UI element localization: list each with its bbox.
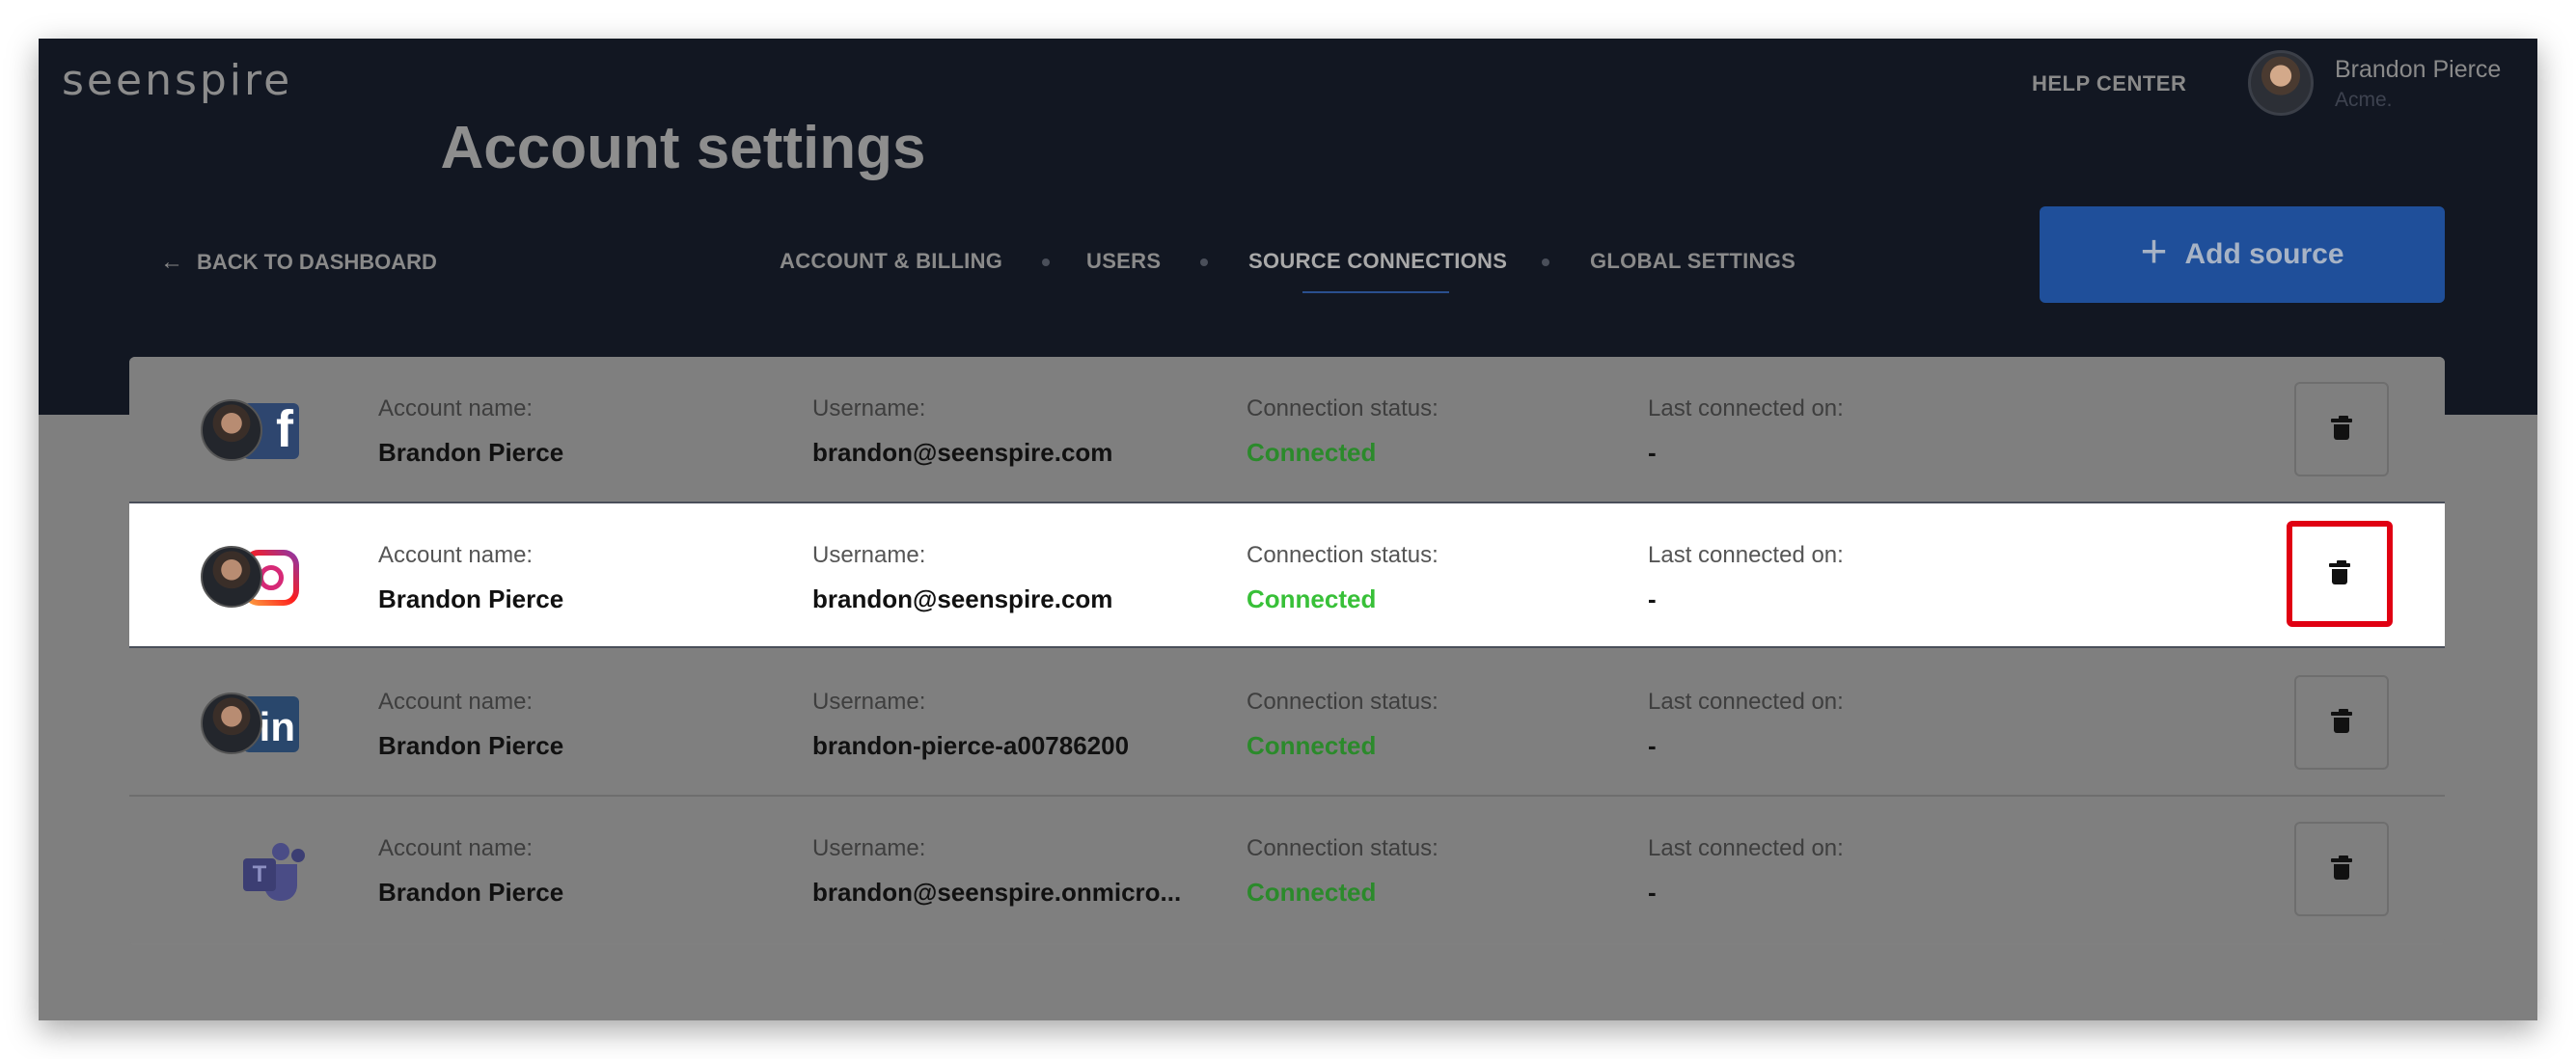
username-label: Username:	[812, 395, 926, 421]
connections-list: f Account name: Brandon Pierce Username:…	[129, 357, 2445, 945]
connection-row-facebook: f Account name: Brandon Pierce Username:…	[129, 357, 2445, 503]
connection-status-value: Connected	[1247, 878, 1377, 907]
username-label: Username:	[812, 689, 926, 715]
trash-icon	[2331, 855, 2352, 880]
plus-icon: +	[2140, 227, 2168, 278]
username-label: Username:	[812, 542, 926, 568]
username-value: brandon@seenspire.com	[812, 438, 1113, 467]
connection-status-label: Connection status:	[1247, 542, 1439, 568]
tab-separator	[1042, 258, 1050, 266]
connection-status-label: Connection status:	[1247, 835, 1439, 861]
seenspire-logo[interactable]: seenspire	[62, 56, 292, 105]
tab-global-settings[interactable]: GLOBAL SETTINGS	[1590, 249, 1795, 274]
last-connected-value: -	[1648, 878, 1657, 907]
username-value: brandon@seenspire.onmicro...	[812, 878, 1182, 907]
tab-separator	[1542, 258, 1549, 266]
connection-status-value: Connected	[1247, 584, 1377, 613]
connection-icons: f	[201, 399, 307, 463]
last-connected-label: Last connected on:	[1648, 542, 1844, 568]
account-name-value: Brandon Pierce	[378, 438, 564, 467]
avatar	[201, 399, 262, 461]
avatar	[201, 692, 262, 754]
account-name-value: Brandon Pierce	[378, 731, 564, 760]
account-name-value: Brandon Pierce	[378, 878, 564, 907]
add-source-button[interactable]: + Add source	[2040, 206, 2445, 303]
last-connected-label: Last connected on:	[1648, 835, 1844, 861]
trash-icon	[2329, 560, 2350, 584]
connection-status-label: Connection status:	[1247, 689, 1439, 715]
tab-account-billing[interactable]: ACCOUNT & BILLING	[780, 249, 1002, 274]
connection-status-value: Connected	[1247, 438, 1377, 467]
connection-row-teams: T Account name: Brandon Pierce Username:…	[129, 797, 2445, 943]
connection-status-label: Connection status:	[1247, 395, 1439, 421]
trash-icon	[2331, 709, 2352, 733]
username-value: brandon@seenspire.com	[812, 584, 1113, 613]
connection-status-value: Connected	[1247, 731, 1377, 760]
delete-button[interactable]	[2294, 675, 2389, 770]
tab-separator	[1200, 258, 1208, 266]
user-org: Acme.	[2335, 89, 2393, 111]
connection-icons: in	[201, 692, 307, 756]
delete-button[interactable]	[2287, 521, 2393, 627]
connection-row-linkedin: in Account name: Brandon Pierce Username…	[129, 650, 2445, 797]
account-name-label: Account name:	[378, 835, 534, 861]
trash-icon	[2331, 416, 2352, 440]
account-name-label: Account name:	[378, 542, 534, 568]
tab-users[interactable]: USERS	[1086, 249, 1161, 274]
delete-button[interactable]	[2294, 382, 2389, 476]
last-connected-label: Last connected on:	[1648, 689, 1844, 715]
username-value: brandon-pierce-a00786200	[812, 731, 1130, 760]
account-name-label: Account name:	[378, 689, 534, 715]
add-source-label: Add source	[2184, 238, 2344, 270]
help-center-link[interactable]: HELP CENTER	[2032, 71, 2186, 96]
last-connected-value: -	[1648, 731, 1657, 760]
user-name[interactable]: Brandon Pierce	[2335, 56, 2501, 84]
account-name-label: Account name:	[378, 395, 534, 421]
connection-row-instagram: Account name: Brandon Pierce Username: b…	[129, 502, 2445, 648]
teams-icon: T	[243, 843, 305, 901]
connection-icons	[201, 546, 307, 610]
account-name-value: Brandon Pierce	[378, 584, 564, 613]
active-tab-indicator	[1302, 291, 1449, 293]
last-connected-value: -	[1648, 584, 1657, 613]
page-title: Account settings	[440, 115, 926, 181]
last-connected-label: Last connected on:	[1648, 395, 1844, 421]
tab-source-connections[interactable]: SOURCE CONNECTIONS	[1248, 249, 1507, 274]
username-label: Username:	[812, 835, 926, 861]
last-connected-value: -	[1648, 438, 1657, 467]
app-window: seenspire HELP CENTER Brandon Pierce Acm…	[39, 39, 2537, 1020]
user-avatar[interactable]	[2248, 50, 2314, 116]
avatar	[201, 546, 262, 608]
delete-button[interactable]	[2294, 822, 2389, 916]
